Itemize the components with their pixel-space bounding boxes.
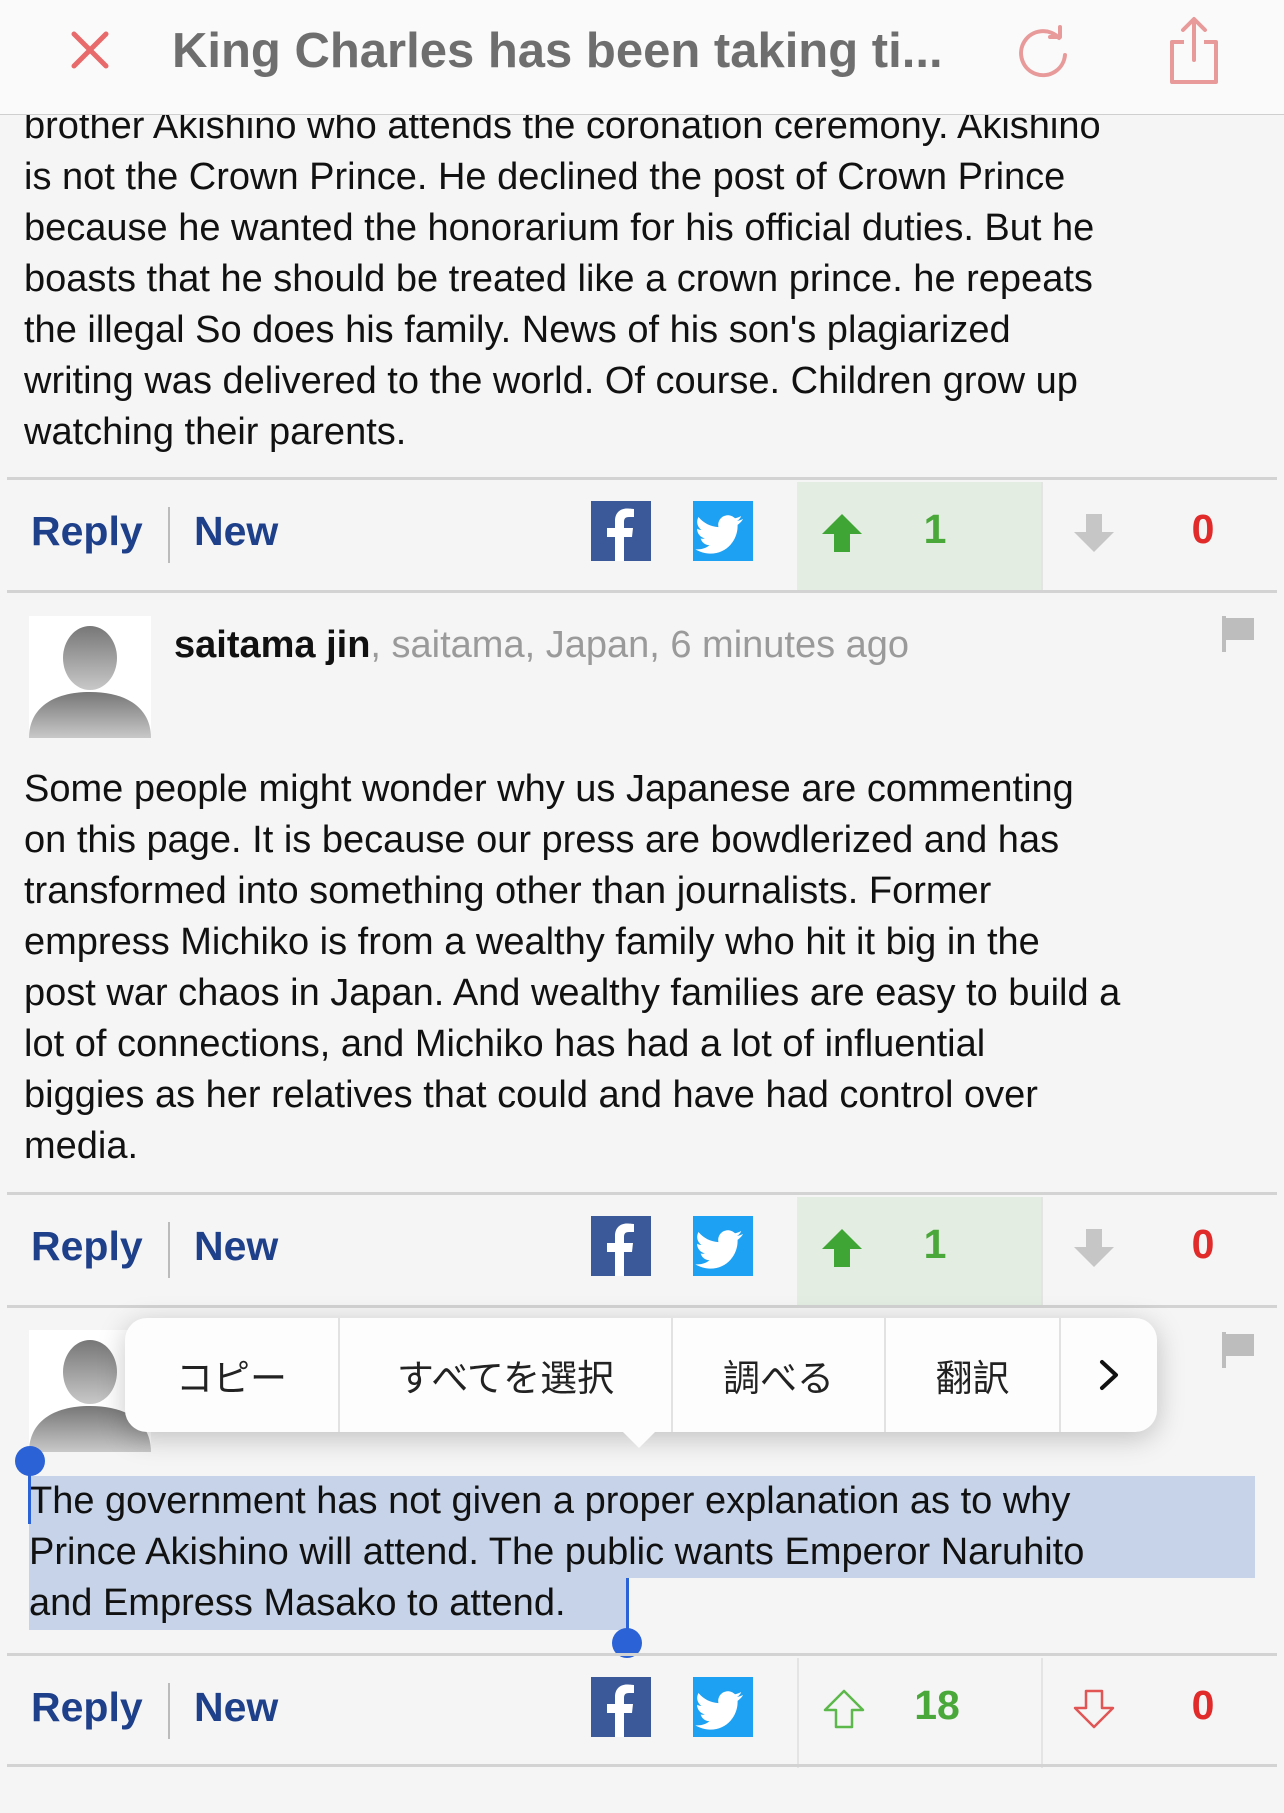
divider (7, 1192, 1277, 1195)
selection-start-caret (28, 1466, 31, 1524)
upvote-count: 1 (923, 1221, 947, 1267)
new-link[interactable]: New (194, 1223, 278, 1270)
reply-link[interactable]: Reply (31, 508, 143, 555)
share-button[interactable] (1164, 14, 1224, 86)
separator (168, 1222, 170, 1278)
context-menu-pointer (619, 1428, 659, 1448)
avatar-silhouette-icon (29, 626, 151, 738)
upvote-button[interactable]: 1 (797, 482, 1041, 592)
thumbs-down-arrow-icon (1073, 1689, 1115, 1729)
comment-line: media. (24, 1125, 139, 1167)
twitter-icon (695, 515, 743, 554)
comment-line: and Empress Masako to attend. (29, 1582, 566, 1624)
thumbs-down-arrow-icon (1074, 1229, 1114, 1267)
menu-item-translate[interactable]: 翻訳 (886, 1318, 1061, 1432)
author-name[interactable]: saitama jin (174, 624, 370, 666)
comment-author-line: saitama jin, saitama, Japan, 6 minutes a… (174, 620, 909, 670)
comment-line: biggies as her relatives that could and … (24, 1074, 1038, 1116)
comment-body-selected[interactable]: The government has not given a proper ex… (29, 1476, 1259, 1629)
downvote-button[interactable]: 0 (1041, 482, 1277, 592)
reload-button[interactable] (1012, 22, 1074, 84)
reload-icon (1019, 25, 1067, 78)
comment-line: watching their parents. (24, 411, 407, 453)
upvote-button[interactable]: 18 (797, 1658, 1041, 1768)
comment-line: the illegal So does his family. News of … (24, 309, 1011, 351)
comment-line: because he wanted the honorarium for his… (24, 207, 1095, 249)
twitter-icon (695, 1691, 743, 1730)
thumbs-up-arrow-icon (822, 1229, 862, 1267)
divider (7, 477, 1277, 480)
facebook-share-button[interactable] (591, 1216, 651, 1276)
reply-link[interactable]: Reply (31, 1223, 143, 1270)
chevron-right-icon (1100, 1360, 1118, 1390)
twitter-icon (695, 1230, 743, 1269)
upvote-count: 18 (914, 1682, 960, 1728)
selection-end-caret (626, 1578, 629, 1632)
twitter-share-button[interactable] (693, 1677, 753, 1737)
menu-item-select-all[interactable]: すべてを選択 (340, 1318, 673, 1432)
close-button[interactable] (62, 22, 118, 78)
comment-body: Some people might wonder why us Japanese… (24, 764, 1264, 1172)
upvote-count: 1 (923, 506, 947, 552)
comment-actions: Reply New 18 0 (7, 1658, 1277, 1768)
new-link[interactable]: New (194, 508, 278, 555)
flag-icon[interactable] (1222, 616, 1254, 652)
comment-line: is not the Crown Prince. He declined the… (24, 156, 1066, 198)
comment-line: lot of connections, and Michiko has had … (24, 1023, 986, 1065)
downvote-count: 0 (1191, 1682, 1215, 1728)
page-title: King Charles has been taking ti... (172, 24, 943, 78)
facebook-icon (607, 508, 634, 561)
upvote-button[interactable]: 1 (797, 1197, 1041, 1307)
menu-item-look-up[interactable]: 調べる (673, 1318, 886, 1432)
menu-more-button[interactable] (1061, 1318, 1157, 1432)
comment-line: The government has not given a proper ex… (29, 1480, 1071, 1522)
reply-link[interactable]: Reply (31, 1684, 143, 1731)
comment-line: boasts that he should be treated like a … (24, 258, 1093, 300)
comment-line: transformed into something other than jo… (24, 870, 992, 912)
comment-meta: , saitama, Japan, 6 minutes ago (370, 624, 910, 666)
top-bar: King Charles has been taking ti... (0, 0, 1284, 115)
twitter-share-button[interactable] (693, 501, 753, 561)
twitter-share-button[interactable] (693, 1216, 753, 1276)
thumbs-up-arrow-icon (822, 514, 862, 552)
downvote-count: 0 (1191, 1221, 1215, 1267)
divider (7, 1653, 1277, 1656)
comment-actions: Reply New 1 0 (7, 482, 1277, 592)
separator (168, 507, 170, 563)
close-icon (71, 31, 109, 69)
comment-line: on this page. It is because our press ar… (24, 819, 1060, 861)
facebook-share-button[interactable] (591, 1677, 651, 1737)
downvote-count: 0 (1191, 506, 1215, 552)
divider (7, 1764, 1277, 1767)
share-icon (1170, 17, 1218, 84)
thumbs-up-arrow-icon (823, 1689, 865, 1729)
text-context-menu: コピー すべてを選択 調べる 翻訳 (125, 1318, 1157, 1432)
downvote-button[interactable]: 0 (1041, 1658, 1277, 1768)
comment-body: brother Akishino who attends the coronat… (24, 101, 1264, 458)
comment-line: writing was delivered to the world. Of c… (24, 360, 1078, 402)
facebook-icon (607, 1684, 634, 1737)
flag-icon[interactable] (1222, 1332, 1254, 1368)
new-link[interactable]: New (194, 1684, 278, 1731)
comment-actions: Reply New 1 0 (7, 1197, 1277, 1307)
comment-line: Prince Akishino will attend. The public … (29, 1531, 1085, 1573)
avatar[interactable] (29, 616, 151, 738)
divider (7, 590, 1277, 593)
separator (168, 1683, 170, 1739)
thumbs-down-arrow-icon (1074, 514, 1114, 552)
comment-line: empress Michiko is from a wealthy family… (24, 921, 1040, 963)
facebook-share-button[interactable] (591, 501, 651, 561)
menu-item-copy[interactable]: コピー (125, 1318, 340, 1432)
comment-line: post war chaos in Japan. And wealthy fam… (24, 972, 1121, 1014)
downvote-button[interactable]: 0 (1041, 1197, 1277, 1307)
divider (7, 1305, 1277, 1308)
facebook-icon (607, 1223, 634, 1276)
comment-line: Some people might wonder why us Japanese… (24, 768, 1074, 810)
